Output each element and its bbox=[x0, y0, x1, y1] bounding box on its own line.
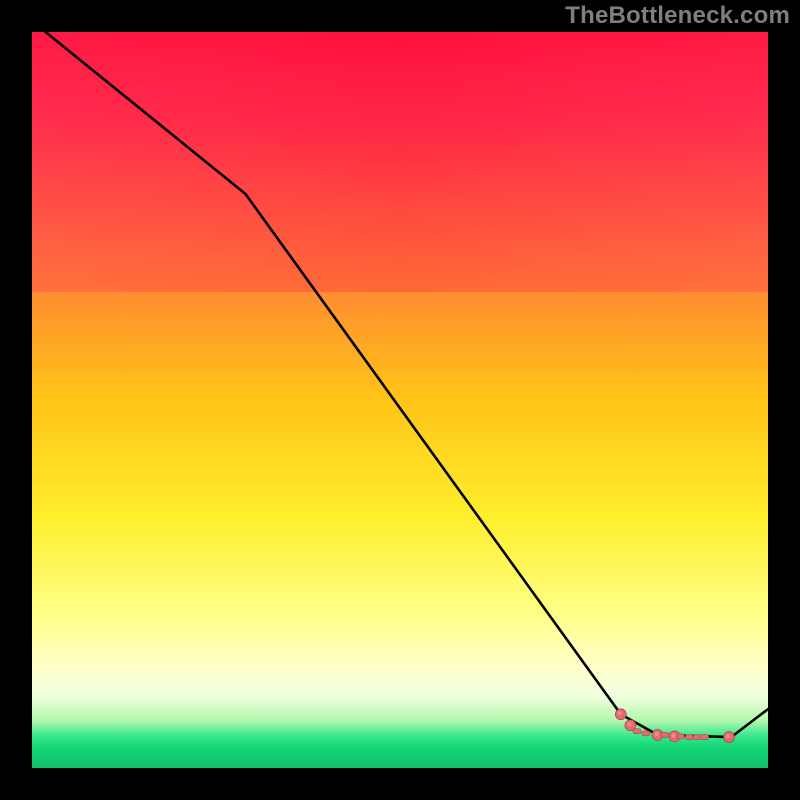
marker-dot-highlight bbox=[671, 733, 675, 737]
marker-dot-highlight bbox=[627, 722, 631, 726]
chart-frame: TheBottleneck.com bbox=[0, 0, 800, 800]
marker-dash bbox=[693, 735, 701, 740]
marker-dash bbox=[661, 732, 669, 737]
marker-dot-highlight bbox=[618, 711, 622, 715]
marker-dash bbox=[633, 729, 641, 734]
marker-dash bbox=[701, 735, 709, 740]
watermark-text: TheBottleneck.com bbox=[565, 2, 790, 30]
marker-dot-highlight bbox=[654, 732, 658, 736]
marker-dash bbox=[685, 735, 693, 740]
marker-dot-highlight bbox=[726, 734, 730, 738]
chart-svg bbox=[32, 32, 768, 768]
plot-area bbox=[32, 32, 768, 768]
gradient-top-tint bbox=[32, 32, 768, 292]
marker-dash bbox=[676, 734, 684, 739]
marker-dash bbox=[642, 731, 650, 736]
